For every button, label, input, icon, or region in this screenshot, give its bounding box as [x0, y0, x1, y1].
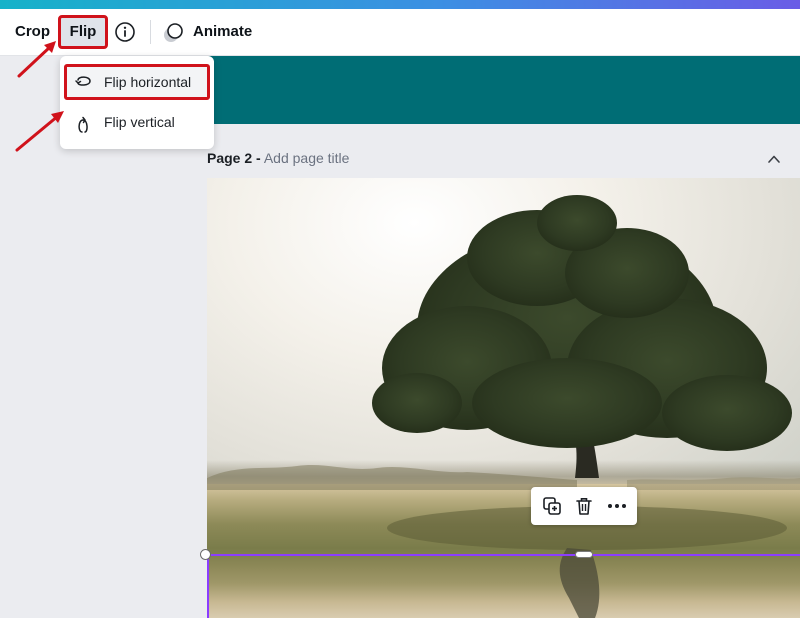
element-context-toolbar	[531, 487, 637, 525]
flip-horizontal-label: Flip horizontal	[104, 74, 192, 90]
toolbar-divider	[150, 20, 151, 44]
selection-border-left	[207, 554, 209, 618]
annotation-arrow-flip-horizontal	[15, 111, 64, 152]
top-gradient-bar	[0, 0, 800, 9]
page-title-input[interactable]: Add page title	[264, 150, 350, 166]
editor-toolbar: Crop Flip Animate	[0, 9, 800, 56]
chevron-up-icon[interactable]	[767, 152, 781, 166]
page-number: Page 2 -	[207, 150, 261, 166]
info-icon[interactable]	[114, 21, 136, 43]
duplicate-icon[interactable]	[541, 495, 563, 517]
flip-vertical-menu-item[interactable]: Flip vertical	[64, 104, 210, 140]
flip-vertical-icon	[74, 112, 94, 133]
flip-button[interactable]: Flip	[58, 15, 108, 49]
resize-handle[interactable]	[575, 551, 593, 558]
more-icon[interactable]	[606, 495, 628, 517]
animate-icon[interactable]	[162, 21, 186, 45]
flip-horizontal-menu-item[interactable]: Flip horizontal	[64, 64, 210, 100]
flip-vertical-label: Flip vertical	[104, 114, 175, 130]
previous-page-banner	[207, 56, 800, 124]
design-canvas[interactable]	[207, 178, 800, 618]
trash-icon[interactable]	[573, 495, 595, 517]
animate-button[interactable]: Animate	[185, 15, 260, 49]
flip-horizontal-icon	[74, 72, 94, 92]
crop-button[interactable]: Crop	[7, 15, 58, 49]
rotate-handle[interactable]	[200, 549, 211, 560]
tree-photo	[207, 195, 800, 618]
page-header: Page 2 - Add page title	[207, 150, 787, 172]
selection-border	[207, 554, 800, 556]
flip-dropdown-menu: Flip horizontal Flip vertical	[60, 56, 214, 149]
